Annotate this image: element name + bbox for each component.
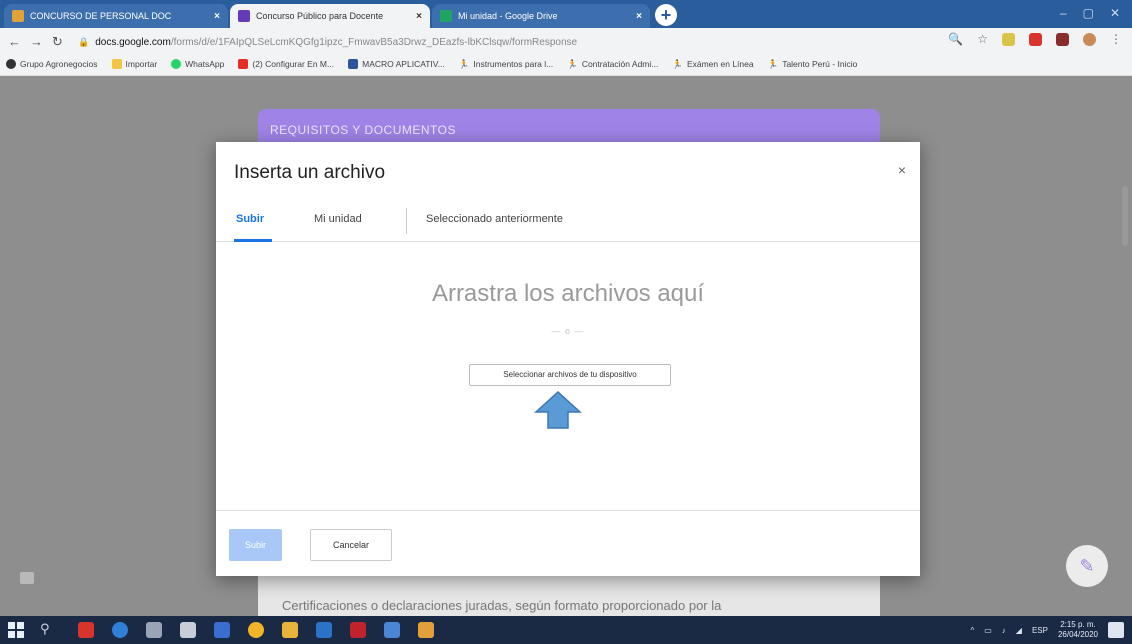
url-host: docs.google.com: [95, 36, 171, 48]
extension-icon[interactable]: [1002, 32, 1015, 46]
menu-kebab-icon[interactable]: ⋮: [1110, 32, 1122, 46]
profile-avatar-icon[interactable]: [1083, 32, 1096, 46]
form-question-card: Certificaciones o declaraciones juradas,…: [258, 572, 880, 616]
toolbar-icons: 🔍 ☆ ⋮: [948, 32, 1122, 46]
notifications-icon[interactable]: [1108, 622, 1124, 638]
app-icon[interactable]: [78, 622, 94, 638]
dialog-footer: Subir Cancelar: [216, 510, 920, 576]
app-icon[interactable]: [316, 622, 332, 638]
insert-file-dialog: Inserta un archivo × Subir Mi unidad Sel…: [216, 142, 920, 576]
extension-icon[interactable]: [1056, 32, 1069, 46]
zoom-icon[interactable]: 🔍: [948, 32, 963, 46]
app-icon[interactable]: [350, 622, 366, 638]
chrome-icon[interactable]: [248, 622, 264, 638]
language-indicator[interactable]: ESP: [1032, 626, 1048, 635]
extension-icon[interactable]: [1029, 32, 1042, 46]
bookmark-item[interactable]: Grupo Agronegocios: [6, 59, 98, 69]
battery-icon[interactable]: ▭: [984, 626, 992, 635]
runner-icon: 🏃: [767, 58, 779, 69]
dialog-title: Inserta un archivo: [234, 162, 386, 183]
dialog-tabs: Subir Mi unidad Seleccionado anteriormen…: [216, 200, 920, 242]
window-controls: – ▢ ✕: [1060, 6, 1120, 20]
calculator-icon[interactable]: [180, 622, 196, 638]
address-bar[interactable]: 🔒 docs.google.com/forms/d/e/1FAIpQLSeLcm…: [78, 32, 958, 52]
tab-label: CONCURSO DE PERSONAL DOC: [30, 11, 172, 21]
file-explorer-icon[interactable]: [282, 622, 298, 638]
clock-time: 2:15 p. m.: [1060, 620, 1096, 629]
drop-text: Arrastra los archivos aquí: [431, 280, 705, 307]
browser-toolbar: ← → ↻ 🔒 docs.google.com/forms/d/e/1FAIpQ…: [0, 28, 1132, 76]
star-icon[interactable]: ☆: [977, 32, 988, 46]
or-separator: — o —: [551, 326, 585, 336]
bookmark-item[interactable]: 🏃 Instrumentos para l...: [459, 59, 553, 70]
app-icon[interactable]: [418, 622, 434, 638]
browser-tabstrip: CONCURSO DE PERSONAL DOC × Concurso Públ…: [0, 0, 1132, 28]
up-arrow-icon: [534, 390, 582, 429]
bookmark-icon: [6, 59, 16, 69]
taskbar: ⚲ ^ ▭ ♪ ◢ ESP 2:15 p. m. 26/04/2020: [0, 616, 1132, 644]
maximize-icon[interactable]: ▢: [1083, 6, 1094, 20]
youtube-icon: [238, 59, 249, 69]
bookmark-item[interactable]: Importar: [111, 59, 157, 69]
browser-tab-drive[interactable]: Mi unidad - Google Drive ×: [432, 4, 650, 28]
section-title: REQUISITOS Y DOCUMENTOS: [270, 123, 456, 137]
clock[interactable]: 2:15 p. m. 26/04/2020: [1058, 620, 1098, 640]
scrollbar[interactable]: [1122, 186, 1128, 246]
tab-upload[interactable]: Subir: [236, 213, 264, 225]
document-icon: [348, 59, 359, 69]
favicon-icon: [12, 10, 24, 22]
bookmark-item[interactable]: 🏃 Talento Perú - Inicio: [768, 59, 858, 70]
network-icon[interactable]: ◢: [1016, 626, 1022, 635]
select-files-button[interactable]: Seleccionar archivos de tu dispositivo: [469, 364, 671, 386]
folder-icon: [111, 59, 122, 69]
forward-arrow-icon[interactable]: →: [30, 34, 43, 49]
close-icon[interactable]: ×: [898, 162, 906, 178]
edit-pencil-icon[interactable]: ✎: [1066, 545, 1108, 587]
close-tab-icon[interactable]: ×: [636, 11, 642, 22]
bookmark-item[interactable]: 🏃 Contratación Admi...: [567, 59, 658, 70]
upload-button[interactable]: Subir: [229, 529, 282, 561]
question-text: Certificaciones o declaraciones juradas,…: [282, 598, 722, 613]
bookmark-item[interactable]: 🏃 Exámen en Línea: [672, 59, 753, 70]
reload-icon[interactable]: ↻: [52, 34, 63, 50]
cancel-button[interactable]: Cancelar: [310, 529, 392, 561]
search-icon[interactable]: ⚲: [40, 621, 50, 637]
whatsapp-icon: [171, 59, 182, 69]
drop-zone[interactable]: Arrastra los archivos aquí — o — Selecci…: [216, 242, 920, 510]
runner-icon: 🏃: [458, 58, 470, 69]
runner-icon: 🏃: [672, 58, 683, 69]
app-icon[interactable]: [384, 622, 400, 638]
tab-label: Concurso Público para Docente: [256, 11, 384, 21]
bookmark-item[interactable]: (2) Configurar En M...: [238, 59, 334, 69]
tab-label: Mi unidad - Google Drive: [458, 11, 558, 21]
browser-tab-form[interactable]: Concurso Público para Docente ×: [230, 4, 430, 28]
browser-tab-concurso[interactable]: CONCURSO DE PERSONAL DOC ×: [4, 4, 228, 28]
runner-icon: 🏃: [567, 58, 578, 69]
app-icon[interactable]: [146, 622, 162, 638]
forms-favicon-icon: [238, 10, 250, 22]
drive-favicon-icon: [440, 10, 452, 22]
app-icon[interactable]: [214, 622, 230, 638]
tab-my-drive[interactable]: Mi unidad: [314, 213, 362, 225]
bookmarks-bar: Grupo Agronegocios Importar WhatsApp (2)…: [0, 54, 1132, 74]
windows-start-icon[interactable]: [8, 622, 24, 638]
lock-icon: 🔒: [78, 36, 90, 47]
speaker-icon[interactable]: ♪: [1002, 626, 1006, 635]
bookmark-item[interactable]: WhatsApp: [171, 59, 224, 69]
close-tab-icon[interactable]: ×: [416, 11, 422, 22]
close-window-icon[interactable]: ✕: [1110, 6, 1120, 20]
minimize-icon[interactable]: –: [1060, 6, 1067, 20]
clock-date: 26/04/2020: [1057, 630, 1098, 639]
bookmark-item[interactable]: MACRO APLICATIV...: [348, 59, 445, 69]
tab-previously-selected[interactable]: Seleccionado anteriormente: [426, 213, 563, 225]
back-arrow-icon[interactable]: ←: [8, 34, 21, 49]
feedback-icon[interactable]: [20, 572, 34, 584]
new-tab-icon[interactable]: +: [655, 4, 677, 26]
app-icon[interactable]: [112, 622, 128, 638]
system-tray: ^ ▭ ♪ ◢ ESP 2:15 p. m. 26/04/2020: [970, 620, 1098, 640]
tab-divider: [406, 208, 407, 234]
url-path: /forms/d/e/1FAIpQLSeLcmKQGfg1ipzc_FmwavB…: [170, 36, 578, 48]
chevron-up-icon[interactable]: ^: [970, 626, 974, 635]
close-tab-icon[interactable]: ×: [214, 11, 220, 22]
